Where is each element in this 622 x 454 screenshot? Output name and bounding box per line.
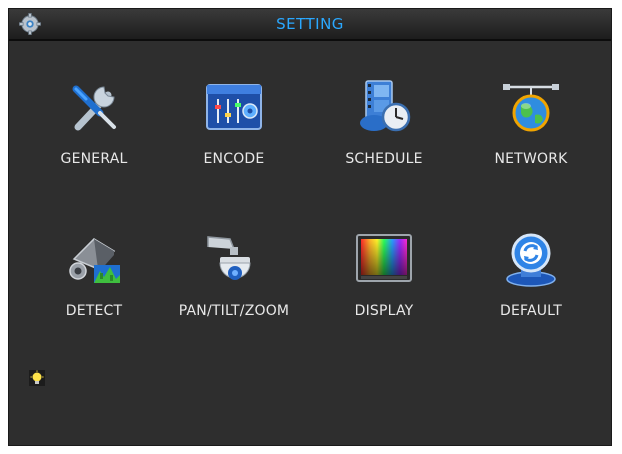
menu-item-general[interactable]: GENERAL — [29, 77, 159, 197]
network-globe-icon — [503, 84, 559, 132]
menu-item-detect-label: DETECT — [65, 303, 123, 319]
menu-item-schedule-label: SCHEDULE — [345, 151, 423, 167]
menu-item-schedule[interactable]: SCHEDULE — [319, 77, 449, 197]
menu-item-network[interactable]: NETWORK — [466, 77, 596, 197]
menu-item-display-label: DISPLAY — [354, 303, 414, 319]
menu-item-ptz-label: PAN/TILT/ZOOM — [178, 303, 290, 319]
menu-item-default-label: DEFAULT — [499, 303, 563, 319]
ptz-dome-camera-icon — [207, 236, 251, 280]
menu-item-default[interactable]: DEFAULT — [466, 229, 596, 349]
menu-item-display[interactable]: DISPLAY — [319, 229, 449, 349]
display-monitor-icon — [356, 234, 412, 282]
encode-mixer-icon — [206, 84, 262, 130]
menu-item-ptz[interactable]: PAN/TILT/ZOOM — [169, 229, 299, 349]
schedule-clock-icon — [360, 80, 411, 132]
motion-detect-camera-icon — [69, 238, 120, 283]
tools-icon — [72, 85, 116, 131]
menu-item-encode[interactable]: ENCODE — [169, 77, 299, 197]
settings-window: SETTING GENERAL ENCODE SCHEDULE NETWORK … — [8, 8, 612, 446]
page-title: SETTING — [276, 15, 344, 33]
title-bar: SETTING — [9, 9, 611, 41]
menu-item-general-label: GENERAL — [60, 151, 128, 167]
menu-item-encode-label: ENCODE — [203, 151, 265, 167]
restore-default-icon — [506, 233, 556, 287]
menu-item-network-label: NETWORK — [494, 151, 568, 167]
menu-item-detect[interactable]: DETECT — [29, 229, 159, 349]
tip-lightbulb-icon — [29, 370, 45, 386]
